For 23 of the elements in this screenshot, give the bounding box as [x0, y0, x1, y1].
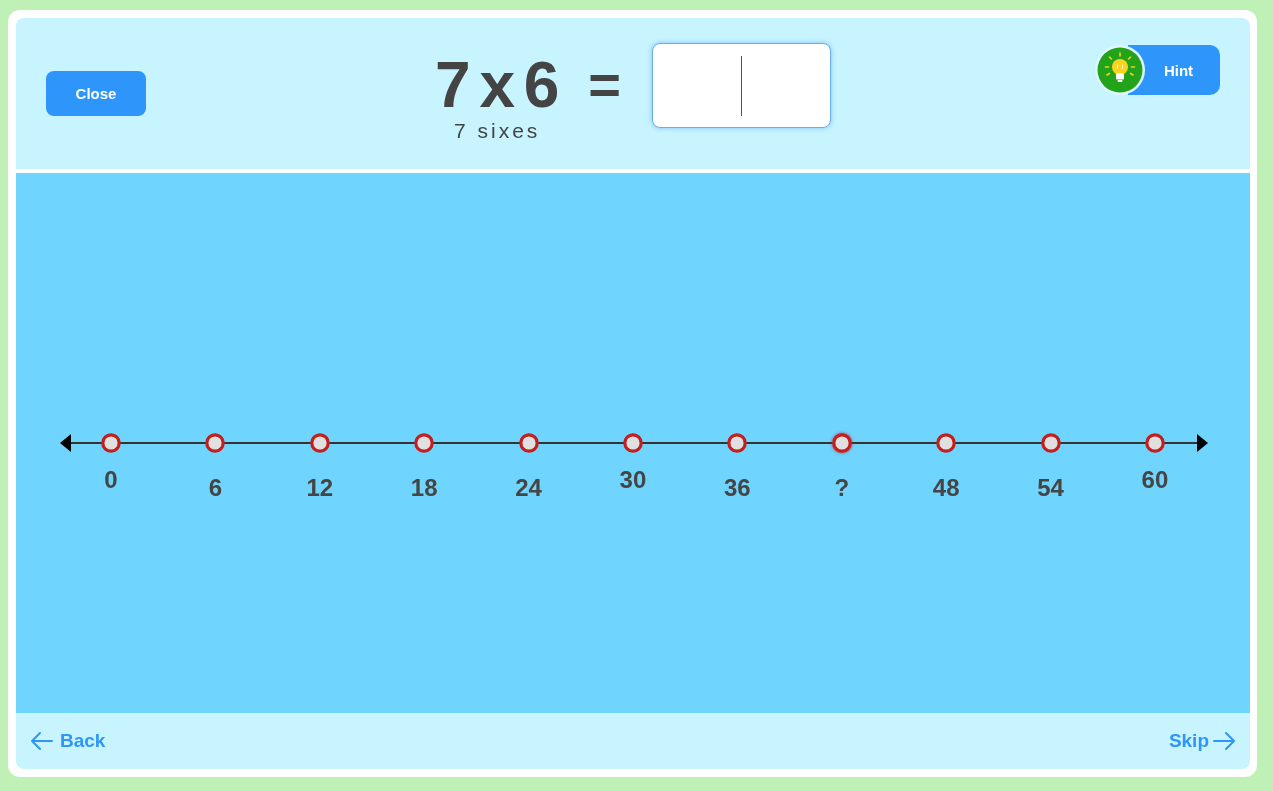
lightbulb-icon: [1095, 45, 1145, 95]
back-link[interactable]: Back: [30, 729, 106, 753]
arrow-right-icon: [1213, 732, 1236, 750]
tick-label: 30: [619, 466, 647, 494]
tick-label: 6: [208, 474, 223, 502]
equals-sign: =: [588, 57, 622, 113]
answer-field[interactable]: [652, 43, 832, 128]
skip-link[interactable]: Skip: [1168, 729, 1236, 753]
tick-label: 48: [932, 474, 960, 502]
tick-label: 0: [104, 466, 118, 494]
close-button[interactable]: Close: [46, 71, 146, 116]
tick-label: ?: [834, 474, 850, 502]
equation-text: 7 x 6: [435, 53, 560, 117]
arrow-left-icon: [30, 732, 53, 750]
equation-hint: 7 sixes: [454, 119, 541, 143]
text-cursor-icon: [741, 55, 743, 116]
tick-label: 18: [410, 474, 438, 502]
tick-label: 60: [1141, 466, 1169, 494]
tick-label: 12: [306, 474, 334, 502]
tick-label: 24: [515, 474, 542, 502]
tick-label: 54: [1037, 474, 1064, 502]
hint-button[interactable]: Hint: [1095, 45, 1220, 95]
tick-label: 36: [724, 474, 751, 502]
